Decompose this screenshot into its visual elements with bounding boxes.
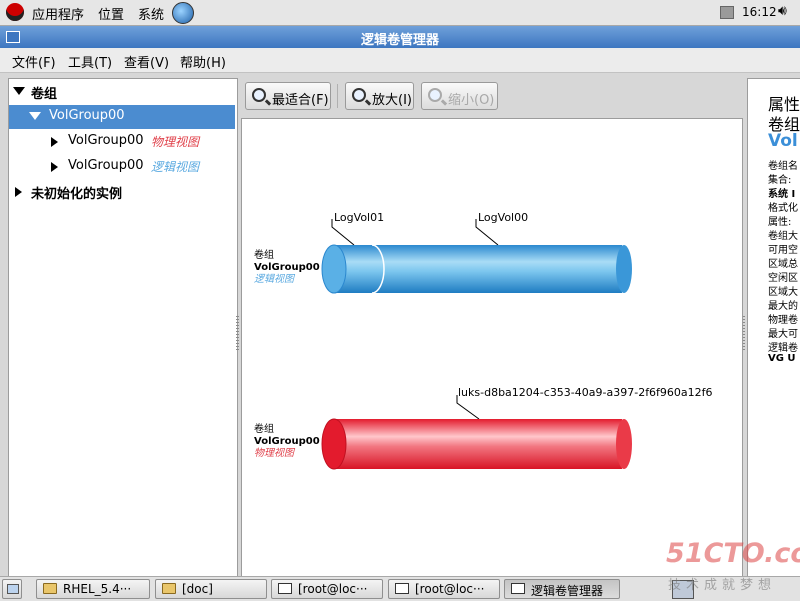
zoom-in-button[interactable]: 放大(I) bbox=[345, 82, 414, 110]
volume-canvas[interactable]: 卷组 VolGroup00 逻辑视图 LogVol01 LogVol00 卷组 … bbox=[241, 118, 743, 580]
task-label: [root@loc··· bbox=[298, 582, 368, 596]
tree-item-volgroup[interactable]: VolGroup00 bbox=[9, 105, 235, 129]
prop-row: 区域大 bbox=[768, 287, 798, 298]
expander-right-icon[interactable] bbox=[15, 187, 22, 197]
folder-icon bbox=[162, 583, 176, 594]
watermark-logo: 51CTO.com bbox=[666, 538, 800, 569]
zoom-out-button[interactable]: 缩小(O) bbox=[421, 82, 498, 110]
task-button-lvm[interactable]: 逻辑卷管理器 bbox=[504, 579, 620, 599]
logical-cylinder-body bbox=[334, 245, 622, 293]
redhat-logo-icon[interactable] bbox=[6, 3, 24, 21]
menu-file[interactable]: 文件(F) bbox=[12, 52, 56, 71]
expander-right-icon[interactable] bbox=[51, 137, 58, 147]
prop-row: 最大可 bbox=[768, 329, 798, 340]
logical-view-tag: 逻辑视图 bbox=[151, 160, 200, 174]
terminal-icon bbox=[278, 583, 292, 594]
physical-cylinder-body bbox=[334, 419, 622, 469]
properties-pane: 属性 卷组 Vol 卷组名 集合: 系统 I 格式化 属性: 卷组大 可用空 区… bbox=[747, 78, 800, 578]
volume-tree: 卷组 VolGroup00 VolGroup00 物理视图 VolGroup00… bbox=[8, 78, 238, 578]
prop-row: 空闲区 bbox=[768, 273, 798, 284]
physical-view-tag: 物理视图 bbox=[151, 135, 200, 149]
tree-label: VolGroup00 bbox=[68, 133, 144, 148]
task-label: [doc] bbox=[182, 582, 213, 596]
physical-cylinder-end bbox=[616, 419, 632, 469]
prop-row: 最大的 bbox=[768, 301, 798, 312]
menubar: 文件(F) 工具(T) 查看(V) 帮助(H) bbox=[0, 48, 800, 73]
task-button-rhel[interactable]: RHEL_5.4··· bbox=[36, 579, 150, 599]
prop-row: 逻辑卷 bbox=[768, 343, 798, 354]
prop-row: 可用空 bbox=[768, 245, 798, 256]
expander-right-icon[interactable] bbox=[51, 162, 58, 172]
task-button-terminal-1[interactable]: [root@loc··· bbox=[271, 579, 383, 599]
tree-item-logical-view[interactable]: VolGroup00 逻辑视图 bbox=[9, 155, 235, 179]
system-menu[interactable]: 系统 bbox=[138, 4, 164, 23]
tree-label: 卷组 bbox=[31, 87, 58, 102]
logical-cylinder-face bbox=[321, 244, 347, 294]
top-panel: 应用程序 位置 系统 16:12 🔊︎ bbox=[0, 0, 800, 26]
menu-view[interactable]: 查看(V) bbox=[124, 52, 169, 71]
tree-item-uninitialized[interactable]: 未初始化的实例 bbox=[9, 180, 235, 204]
zoom-in-icon bbox=[352, 88, 366, 102]
task-label: 逻辑卷管理器 bbox=[531, 584, 604, 598]
task-label: [root@loc··· bbox=[415, 582, 485, 596]
properties-vg-name: Vol bbox=[768, 131, 798, 151]
volume-icon[interactable]: 🔊︎ bbox=[778, 3, 787, 19]
cylinder-drawing bbox=[321, 219, 632, 470]
notification-icon[interactable] bbox=[720, 6, 734, 19]
physical-cylinder-face bbox=[321, 418, 347, 470]
tree-item-volume-groups[interactable]: 卷组 bbox=[9, 80, 235, 104]
folder-icon bbox=[43, 583, 57, 594]
zoom-out-icon bbox=[428, 88, 442, 102]
expander-down-icon[interactable] bbox=[13, 87, 25, 95]
zoom-fit-icon bbox=[252, 88, 266, 102]
expander-down-icon[interactable] bbox=[29, 112, 41, 120]
zoom-in-label: 放大(I) bbox=[372, 93, 412, 108]
applications-menu[interactable]: 应用程序 bbox=[32, 4, 84, 23]
physical-volume-cylinder[interactable] bbox=[321, 418, 632, 470]
show-desktop-button[interactable] bbox=[2, 579, 22, 599]
logical-cylinder-end bbox=[616, 245, 632, 293]
prop-row: 系统 I bbox=[768, 189, 796, 200]
prop-row: 卷组名 bbox=[768, 161, 798, 172]
zoom-out-label: 缩小(O) bbox=[448, 93, 495, 108]
prop-row: 区域总 bbox=[768, 259, 798, 270]
left-splitter-handle[interactable] bbox=[236, 316, 239, 352]
window-titlebar[interactable]: 逻辑卷管理器 bbox=[0, 26, 800, 48]
logvol00-leader-line bbox=[475, 219, 499, 246]
task-label: RHEL_5.4··· bbox=[63, 582, 132, 596]
toolbar-separator bbox=[337, 84, 338, 108]
tree-item-physical-view[interactable]: VolGroup00 物理视图 bbox=[9, 130, 235, 154]
prop-row: 卷组大 bbox=[768, 231, 798, 242]
window-icon bbox=[511, 583, 525, 594]
window-title: 逻辑卷管理器 bbox=[360, 33, 439, 48]
places-menu[interactable]: 位置 bbox=[98, 4, 124, 23]
menu-tools[interactable]: 工具(T) bbox=[68, 52, 112, 71]
watermark-slogan: 技术成就梦想 bbox=[668, 578, 777, 593]
prop-row: VG U bbox=[768, 353, 796, 364]
logvol01-leader-line bbox=[331, 219, 355, 246]
prop-row: 属性: bbox=[768, 217, 792, 228]
tree-label: 未初始化的实例 bbox=[31, 187, 123, 202]
prop-row: 集合: bbox=[768, 175, 792, 186]
web-browser-launcher-icon[interactable] bbox=[172, 2, 194, 24]
logical-volume-cylinder[interactable] bbox=[321, 244, 632, 294]
task-button-terminal-2[interactable]: [root@loc··· bbox=[388, 579, 500, 599]
prop-row: 物理卷 bbox=[768, 315, 798, 326]
menu-help[interactable]: 帮助(H) bbox=[180, 52, 226, 71]
best-fit-label: 最适合(F) bbox=[272, 93, 329, 108]
prop-row: 格式化 bbox=[768, 203, 798, 214]
tree-label: VolGroup00 bbox=[68, 158, 144, 173]
tree-label: VolGroup00 bbox=[49, 108, 125, 123]
terminal-icon bbox=[395, 583, 409, 594]
luks-leader-line bbox=[456, 395, 480, 420]
best-fit-button[interactable]: 最适合(F) bbox=[245, 82, 331, 110]
clock[interactable]: 16:12 bbox=[742, 5, 777, 19]
task-button-doc[interactable]: [doc] bbox=[155, 579, 267, 599]
